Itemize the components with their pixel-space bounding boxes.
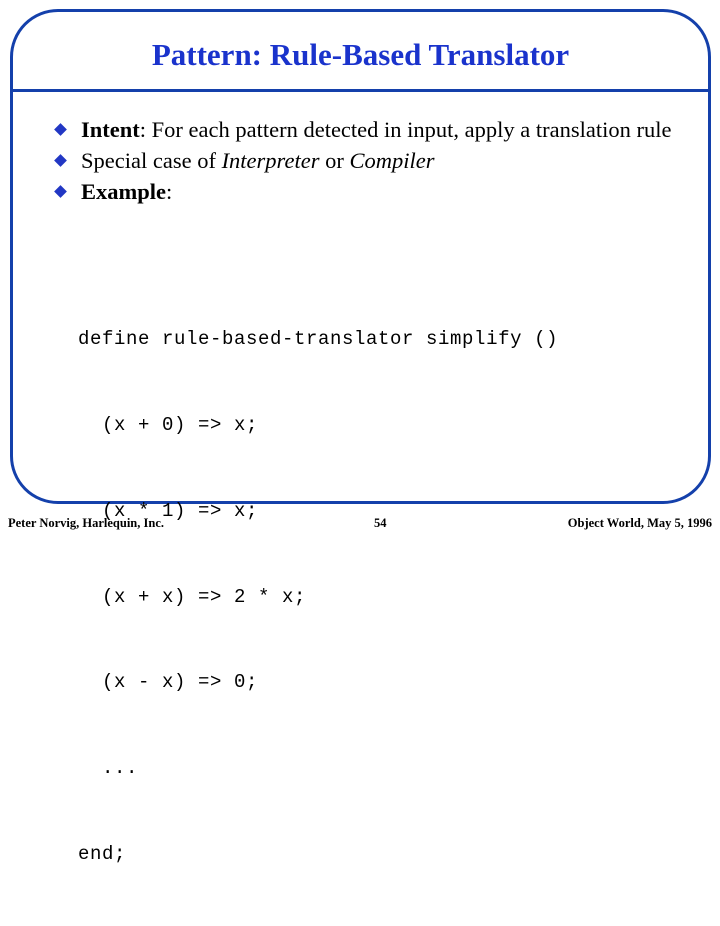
footer-page-number: 54 [374,516,387,530]
bullet-emphasis-compiler: Compiler [349,148,435,173]
diamond-bullet-icon [54,123,67,136]
code-line: (x - x) => 0; [78,671,259,694]
slide-frame: Pattern: Rule-Based Translator Intent: F… [10,9,711,865]
slide-body: Intent: For each pattern detected in inp… [53,115,698,206]
title-band: Pattern: Rule-Based Translator [13,12,708,92]
page-title: Pattern: Rule-Based Translator [151,37,570,72]
code-line: end; [78,842,127,865]
bullet-lead-intent: Intent [81,117,140,142]
footer-event: Object World, May 5, 1996 [567,516,712,530]
bullet-text-special-case-lead: Special case of [81,148,222,173]
bullet-text-intent: : For each pattern detected in input, ap… [139,117,672,142]
slide-footer: Peter Norvig, Harlequin, Inc. 54 Object … [0,516,720,536]
title-divider [13,89,708,92]
bullet-lead-example: Example [81,179,167,204]
code-line: ... [78,757,139,780]
diamond-bullet-icon [54,185,67,198]
code-block: define rule-based-translator simplify ()… [78,268,558,926]
bullet-item-example: Example: [53,177,698,206]
footer-author: Peter Norvig, Harlequin, Inc. [8,516,164,530]
diamond-bullet-icon [54,154,67,167]
code-line: (x + 0) => x; [78,413,259,436]
code-line: (x + x) => 2 * x; [78,585,307,608]
code-line: define rule-based-translator simplify () [78,328,559,351]
bullet-item-special-case: Special case of Interpreter or Compiler [53,146,698,175]
bullet-emphasis-interpreter: Interpreter [221,148,320,173]
bullet-item-intent: Intent: For each pattern detected in inp… [53,115,698,144]
bullet-text-example: : [166,179,173,204]
bullet-text-conjunction: or [319,148,350,173]
